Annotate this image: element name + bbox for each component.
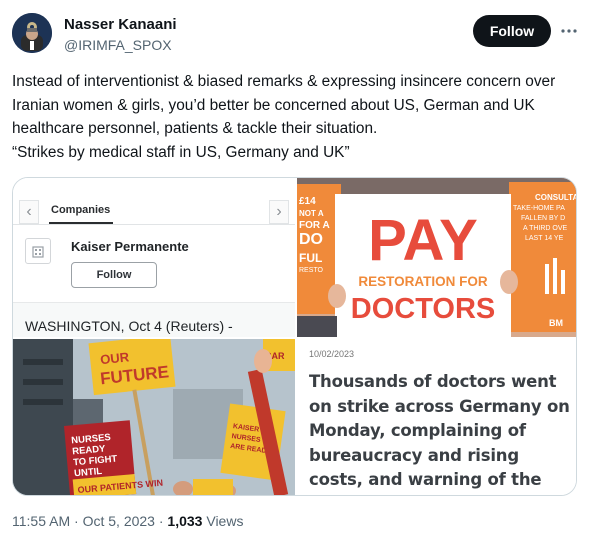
svg-text:LAST 14 YE: LAST 14 YE bbox=[525, 235, 564, 242]
meta-separator: · bbox=[74, 513, 79, 529]
building-icon bbox=[25, 238, 51, 264]
bg-sign-left-text: £14 bbox=[299, 196, 316, 207]
sign-restoration-text: RESTORATION FOR bbox=[358, 274, 488, 289]
media-grid: ‹ › Companies Kaiser Permanente Follow W… bbox=[12, 177, 577, 496]
follow-button[interactable]: Follow bbox=[473, 15, 551, 47]
tweet-text: Instead of interventionist & biased rema… bbox=[12, 70, 584, 164]
svg-text:A THIRD OVE: A THIRD OVE bbox=[523, 225, 568, 232]
svg-text:RESTO: RESTO bbox=[299, 267, 324, 274]
views-count: 1,033 bbox=[167, 513, 203, 529]
tweet-date[interactable]: Oct 5, 2023 bbox=[83, 513, 155, 529]
meta-separator-2: · bbox=[158, 513, 164, 529]
tweet-meta: 11:55 AM · Oct 5, 2023 · 1,033 Views bbox=[12, 513, 243, 529]
article-headline: Thousands of doctors went on strike acro… bbox=[309, 372, 570, 495]
svg-text:OUR: OUR bbox=[99, 349, 130, 367]
tweet-text-paragraph: Instead of interventionist & biased rema… bbox=[12, 73, 556, 137]
media-image-pay-sign[interactable]: £14 NOT A FOR A DO FUL RESTO CONSULTA TA… bbox=[297, 178, 577, 337]
svg-text:BM: BM bbox=[549, 318, 563, 328]
svg-text:FOR A: FOR A bbox=[299, 220, 330, 231]
svg-text:NOT A: NOT A bbox=[299, 209, 324, 218]
media-image-reuters[interactable]: ‹ › Companies Kaiser Permanente Follow W… bbox=[13, 178, 295, 337]
svg-text:TAKE-HOME PA: TAKE-HOME PA bbox=[513, 205, 565, 212]
chevron-left-icon: ‹ bbox=[19, 200, 39, 224]
author-handle[interactable]: @IRIMFA_SPOX bbox=[64, 37, 172, 53]
media-image-nurses-strike[interactable]: OUR FUTURE NURSES READY TO FIGHT UNTIL O… bbox=[13, 339, 295, 495]
article-date: 10/02/2023 bbox=[309, 349, 355, 359]
companies-tab: Companies bbox=[51, 204, 111, 216]
tweet-header: Nasser Kanaani @IRIMFA_SPOX Follow bbox=[12, 13, 581, 57]
sign-pay-text: PAY bbox=[368, 208, 478, 273]
svg-text:CONSULTA: CONSULTA bbox=[535, 193, 577, 202]
svg-text:DO: DO bbox=[299, 231, 323, 248]
views-label: Views bbox=[206, 513, 244, 529]
company-follow-button: Follow bbox=[71, 262, 157, 288]
media-image-germany-article[interactable]: 10/02/2023 Thousands of doctors went on … bbox=[297, 339, 576, 495]
chevron-right-icon: › bbox=[269, 200, 289, 224]
protest-photo-nurses: OUR FUTURE NURSES READY TO FIGHT UNTIL O… bbox=[13, 339, 295, 495]
article-dateline: WASHINGTON, Oct 4 (Reuters) - bbox=[25, 318, 233, 334]
company-name: Kaiser Permanente bbox=[71, 239, 189, 254]
divider bbox=[13, 224, 295, 225]
company-card: ‹ › Companies Kaiser Permanente Follow bbox=[13, 178, 295, 303]
avatar-image bbox=[12, 13, 52, 53]
protest-photo-pay: £14 NOT A FOR A DO FUL RESTO CONSULTA TA… bbox=[297, 178, 577, 337]
tweet-text-quote: “Strikes by medical staff in US, Germany… bbox=[12, 143, 350, 161]
author-name[interactable]: Nasser Kanaani bbox=[64, 16, 177, 33]
sign-doctors-text: DOCTORS bbox=[351, 293, 495, 325]
more-horizontal-icon[interactable] bbox=[559, 21, 579, 41]
svg-text:FALLEN BY D: FALLEN BY D bbox=[521, 215, 565, 222]
svg-text:FUL: FUL bbox=[299, 251, 322, 265]
tweet-time[interactable]: 11:55 AM bbox=[12, 513, 70, 529]
avatar[interactable] bbox=[12, 13, 52, 53]
